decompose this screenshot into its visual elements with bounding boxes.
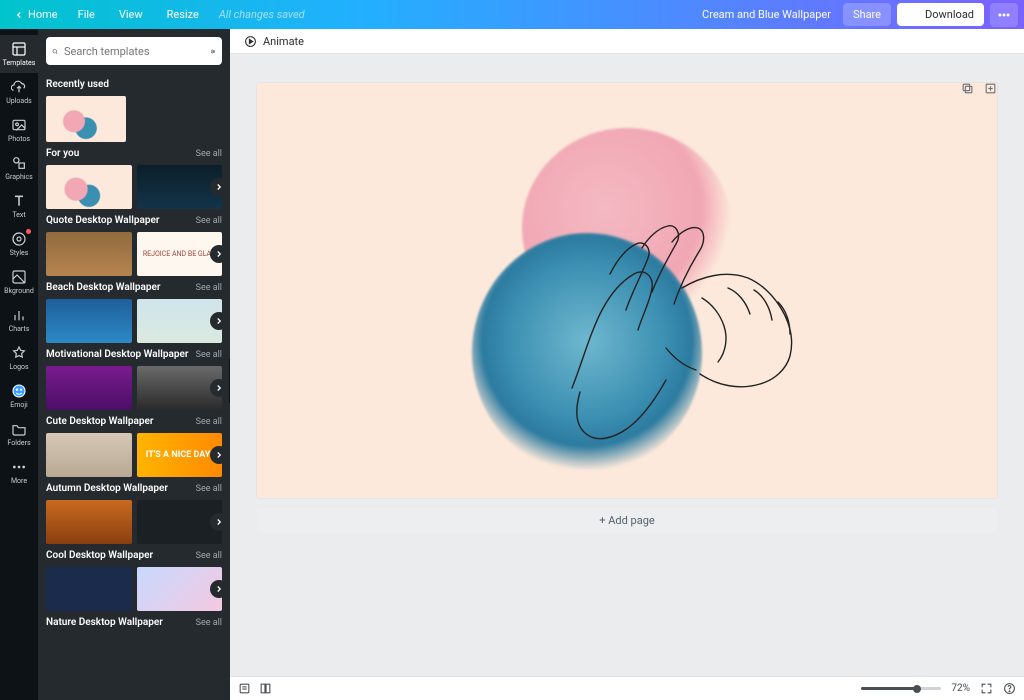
save-status: All changes saved [219,8,305,21]
template-thumb[interactable] [46,232,132,276]
page-tools [257,82,997,95]
template-thumb[interactable] [46,96,126,142]
more-button[interactable] [990,3,1018,27]
add-page-button[interactable]: + Add page [257,508,997,533]
see-all-link[interactable]: See all [196,484,222,494]
play-icon [244,35,257,48]
row-scroll-right[interactable] [210,178,228,196]
see-all-link[interactable]: See all [196,216,222,226]
section-cute: Cute Desktop Wallpaper See all [46,416,222,427]
rail-uploads[interactable]: Uploads [0,73,38,111]
row-scroll-right[interactable] [210,446,228,464]
template-thumb[interactable] [46,165,132,209]
download-label: Download [925,8,974,21]
editor-toolbar: Animate [230,29,1024,54]
filter-icon[interactable] [210,45,216,58]
templates-panel: Recently used For you See all Quote Desk… [38,29,230,700]
section-for-you: For you See all [46,148,222,159]
rail-background[interactable]: Bkground [0,263,38,301]
app-body: Templates Uploads Photos Graphics Text S… [0,29,1024,700]
template-thumb[interactable] [46,299,132,343]
see-all-link[interactable]: See all [196,350,222,360]
rail-charts[interactable]: Charts [0,301,38,339]
menu-resize[interactable]: Resize [155,8,211,21]
section-motivational: Motivational Desktop Wallpaper See all [46,349,222,360]
notes-icon[interactable] [238,682,251,695]
see-all-link[interactable]: See all [196,551,222,561]
see-all-link[interactable]: See all [196,283,222,293]
rail-emoji[interactable]: Emoji [0,377,38,415]
rail-graphics[interactable]: Graphics [0,149,38,187]
section-autumn: Autumn Desktop Wallpaper See all [46,483,222,494]
section-nature: Nature Desktop Wallpaper See all [46,617,222,628]
status-bar: 72% [230,676,1024,700]
see-all-link[interactable]: See all [196,149,222,159]
design-canvas[interactable] [257,83,997,498]
templates-scroll[interactable]: Recently used For you See all Quote Desk… [38,73,230,700]
section-quote: Quote Desktop Wallpaper See all [46,215,222,226]
rail-photos[interactable]: Photos [0,111,38,149]
template-thumb[interactable] [46,366,132,410]
search-input[interactable] [64,45,204,58]
section-recently-used: Recently used [46,79,222,90]
home-label: Home [28,8,58,21]
search-templates[interactable] [46,37,222,65]
add-page-icon[interactable] [984,82,997,95]
rail-folders[interactable]: Folders [0,415,38,453]
more-horizontal-icon [997,8,1011,22]
editor-area: Animate [230,29,1024,700]
download-button[interactable]: Download [897,3,984,26]
row-scroll-right[interactable] [210,379,228,397]
row-scroll-right[interactable] [210,312,228,330]
template-thumb[interactable] [46,500,132,544]
template-thumb[interactable] [46,433,132,477]
tool-rail: Templates Uploads Photos Graphics Text S… [0,29,38,700]
section-beach: Beach Desktop Wallpaper See all [46,282,222,293]
new-badge-dot [26,229,31,234]
canvas-scroll[interactable]: + Add page [230,54,1024,676]
row-scroll-right[interactable] [210,580,228,598]
rail-more[interactable]: More [0,453,38,491]
rail-logos[interactable]: Logos [0,339,38,377]
duplicate-page-icon[interactable] [961,82,974,95]
animate-button[interactable]: Animate [238,32,310,51]
top-menu-bar: Home File View Resize All changes saved … [0,0,1024,29]
help-icon[interactable] [1003,682,1016,695]
search-icon [52,45,58,58]
rail-text[interactable]: Text [0,187,38,225]
menu-file[interactable]: File [66,8,107,21]
see-all-link[interactable]: See all [196,417,222,427]
rail-styles[interactable]: Styles [0,225,38,263]
zoom-slider[interactable] [861,687,941,690]
grid-view-icon[interactable] [259,682,272,695]
zoom-value[interactable]: 72% [951,683,970,694]
document-title[interactable]: Cream and Blue Wallpaper [702,8,831,21]
row-scroll-right[interactable] [210,513,228,531]
fullscreen-icon[interactable] [980,682,993,695]
line-art-hands[interactable] [532,178,842,478]
rail-templates[interactable]: Templates [0,35,38,73]
share-button[interactable]: Share [843,3,891,26]
download-icon [907,9,919,21]
row-scroll-right[interactable] [210,245,228,263]
section-cool: Cool Desktop Wallpaper See all [46,550,222,561]
see-all-link[interactable]: See all [196,618,222,628]
menu-view[interactable]: View [107,8,155,21]
home-button[interactable]: Home [6,0,66,29]
template-thumb[interactable] [46,567,132,611]
chevron-left-icon [14,10,24,20]
